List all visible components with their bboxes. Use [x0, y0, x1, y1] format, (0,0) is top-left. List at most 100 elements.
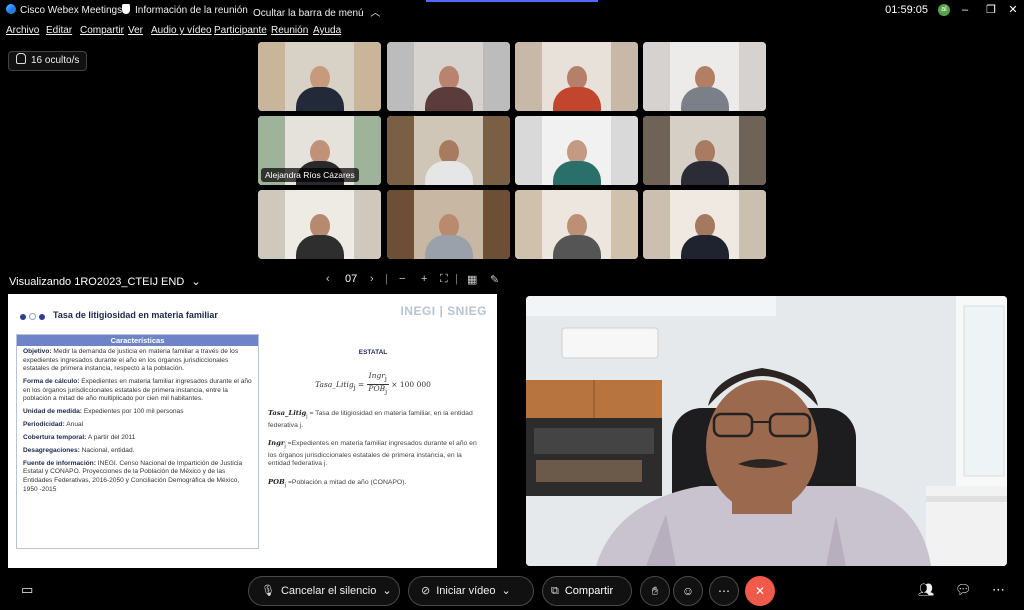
formula-definition: Tasa_Litigj = Tasa de litigiosidad en ma… — [268, 409, 473, 429]
menu-compartir[interactable]: Compartir — [80, 25, 124, 36]
menu-editar[interactable]: Editar — [46, 25, 72, 36]
minimize-icon[interactable]: – — [956, 2, 974, 18]
characteristic-label: Objetivo: — [23, 348, 52, 355]
chat-panel-icon[interactable]: ▭ — [21, 582, 33, 598]
slide-dots-icon — [20, 311, 48, 323]
formula-area: ESTATAL Tasa_Litigj = Ingrj POBj × 100 0… — [268, 349, 478, 499]
participant-figure — [680, 140, 729, 185]
participant-figure — [295, 214, 344, 259]
formula-definitions: Tasa_Litigj = Tasa de litigiosidad en ma… — [268, 409, 478, 490]
characteristic-text: Anual — [66, 421, 84, 429]
participant-video-tile[interactable] — [643, 42, 766, 111]
characteristic-item: Cobertura temporal: A partir del 2011 — [23, 434, 252, 443]
meeting-info-button[interactable]: Información de la reunión — [122, 4, 248, 16]
formula-symbol: POB — [268, 478, 285, 487]
participant-video-tile[interactable] — [643, 190, 766, 259]
estatal-heading: ESTATAL — [358, 349, 388, 356]
restore-icon[interactable]: ❐ — [982, 2, 1000, 18]
menu-archivo[interactable]: Archivo — [6, 25, 39, 36]
shared-slide: Tasa de litigiosidad en materia familiar… — [8, 294, 497, 568]
characteristic-item: Forma de cálculo: Expedientes en materia… — [23, 378, 252, 404]
participant-name-label: Alejandra Ríos Cázares — [261, 168, 359, 182]
fit-screen-icon[interactable]: ⛶ — [440, 273, 448, 286]
hide-menu-button[interactable]: Ocultar la barra de menú ︿ — [253, 4, 380, 19]
chat-icon[interactable]: 💬︎ — [955, 582, 972, 598]
participants-icon[interactable]: 👥︎ — [918, 582, 935, 598]
characteristic-label: Unidad de medida: — [23, 408, 82, 416]
participant-video-tile[interactable] — [387, 116, 510, 185]
user-avatar[interactable]: al — [938, 4, 950, 16]
formula: Tasa_Litigj = Ingrj POBj × 100 000 — [315, 370, 431, 396]
participant-video-tile[interactable] — [387, 190, 510, 259]
reactions-icon[interactable]: ☺ — [673, 576, 703, 606]
leave-meeting-button[interactable]: ✕ — [745, 576, 775, 606]
participant-figure — [295, 66, 344, 111]
menu-audio-video[interactable]: Audio y vídeo — [151, 25, 212, 36]
menu-reunion[interactable]: Reunión — [271, 25, 308, 36]
hidden-participants-button[interactable]: 16 oculto/s — [8, 51, 88, 71]
characteristic-text: Medir la demanda de justicia en materia … — [23, 348, 239, 373]
active-tab-indicator — [426, 0, 598, 2]
participant-figure — [424, 214, 473, 259]
inegi-logo: INEGI | SNIEG — [400, 304, 487, 318]
formula-definition-text: =Población a mitad de año (CONAPO). — [287, 479, 407, 487]
person-icon — [16, 53, 26, 64]
characteristic-item: Periodicidad: Anual — [23, 421, 252, 430]
page-number: 07 — [345, 273, 358, 285]
app-title: Cisco Webex Meetings — [6, 4, 122, 16]
more-options-icon[interactable]: ⋯ — [709, 576, 739, 606]
participant-figure — [552, 214, 601, 259]
shield-icon — [122, 4, 130, 14]
share-button[interactable]: ⧉ Compartir — [542, 576, 632, 606]
active-speaker-video[interactable] — [526, 296, 1007, 566]
characteristic-label: Periodicidad: — [23, 421, 65, 429]
participant-figure — [424, 140, 473, 185]
characteristics-header: Características — [17, 335, 258, 346]
characteristic-text: Nacional, entidad. — [81, 446, 135, 454]
participant-video-tile[interactable] — [643, 116, 766, 185]
characteristic-label: Desagregaciones: — [23, 446, 80, 454]
mic-off-icon: 🎙︎ — [261, 585, 275, 597]
menu-participante[interactable]: Participante — [214, 25, 267, 36]
speaker-scene — [526, 296, 1007, 566]
participant-video-tile[interactable]: Alejandra Ríos Cázares — [258, 116, 381, 185]
menu-ver[interactable]: Ver — [128, 25, 143, 36]
participant-figure — [552, 66, 601, 111]
characteristic-label: Cobertura temporal: — [23, 433, 87, 441]
zoom-out-icon[interactable]: − — [399, 273, 405, 285]
participant-video-tile[interactable] — [515, 42, 638, 111]
characteristic-item: Unidad de medida: Expedientes por 100 mi… — [23, 408, 252, 417]
shared-content-title[interactable]: Visualizando 1RO2023_CTEIJ END ⌄ — [9, 275, 201, 288]
participant-figure — [680, 66, 729, 111]
participant-video-tile[interactable] — [258, 42, 381, 111]
title-bar: Cisco Webex Meetings Información de la r… — [0, 0, 1024, 20]
meeting-clock: 01:59:05 — [885, 4, 928, 16]
close-icon[interactable]: ✕ — [1004, 2, 1022, 18]
participant-video-tile[interactable] — [387, 42, 510, 111]
characteristic-item: Objetivo: Medir la demanda de justicia e… — [23, 348, 252, 374]
more-panels-icon[interactable]: ⋯ — [992, 582, 1005, 598]
chevron-down-icon: ⌄ — [382, 585, 392, 597]
characteristic-label: Fuente de información: — [23, 459, 96, 467]
prev-page-icon[interactable]: ‹ — [326, 273, 330, 285]
raise-hand-icon[interactable]: ✋︎ — [640, 576, 670, 606]
thumbnails-icon[interactable]: ▦ — [467, 273, 477, 286]
zoom-in-icon[interactable]: + — [421, 273, 427, 285]
participant-video-tile[interactable] — [515, 116, 638, 185]
formula-symbol: Tasa_Litig — [268, 409, 307, 418]
formula-definition: POBj =Población a mitad de año (CONAPO). — [268, 478, 407, 489]
chevron-down-icon: ⌄ — [191, 276, 201, 288]
participant-video-tile[interactable] — [258, 190, 381, 259]
menu-ayuda[interactable]: Ayuda — [313, 25, 341, 36]
divider: | — [385, 273, 388, 285]
next-page-icon[interactable]: › — [370, 273, 374, 285]
participant-video-tile[interactable] — [515, 190, 638, 259]
unmute-button[interactable]: 🎙︎ Cancelar el silencio ⌄ — [248, 576, 400, 606]
video-off-icon: ⊘ — [421, 585, 431, 597]
annotate-icon[interactable]: ✎ — [490, 273, 499, 286]
characteristic-text: Expedientes por 100 mil personas — [83, 408, 184, 416]
chevron-down-icon: ⌄ — [501, 585, 511, 597]
participant-figure — [552, 140, 601, 185]
start-video-button[interactable]: ⊘ Iniciar vídeo ⌄ — [408, 576, 534, 606]
characteristics-list: Objetivo: Medir la demanda de justicia e… — [17, 346, 258, 500]
